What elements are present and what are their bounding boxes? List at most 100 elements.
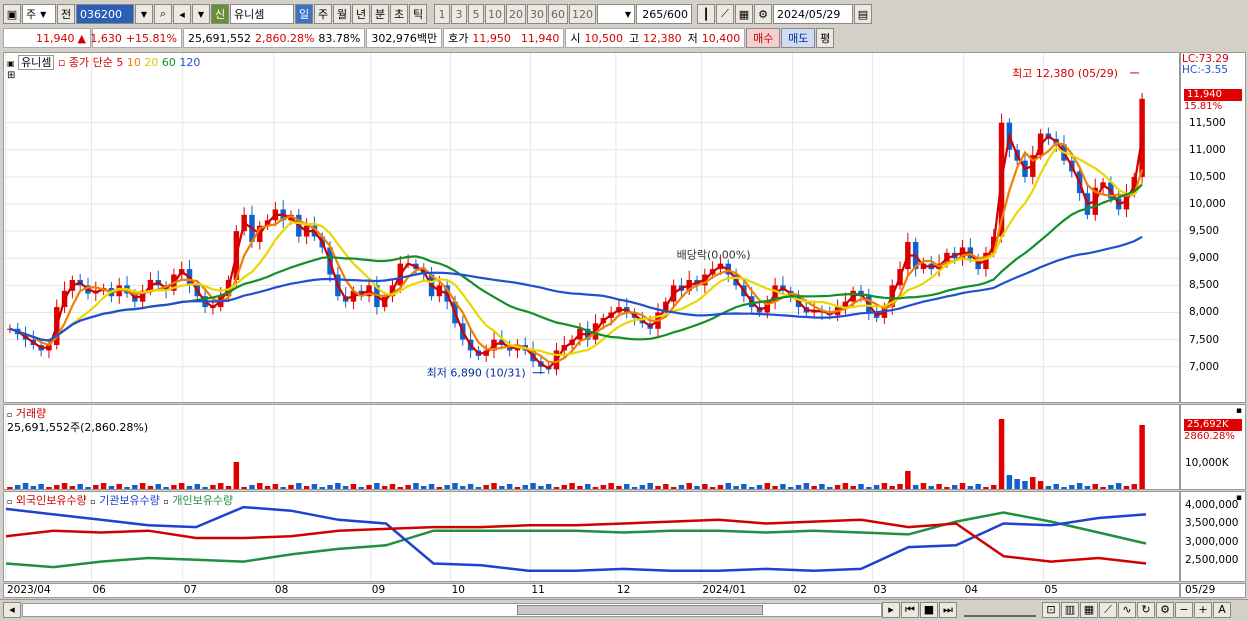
count-value: 265	[642, 7, 664, 21]
volume-bar	[444, 485, 450, 489]
volume-bar	[374, 483, 380, 489]
gear-icon[interactable]: ⚙	[754, 4, 772, 24]
candle-icon[interactable]: ┃	[697, 4, 715, 24]
window-icon[interactable]: ▣	[3, 4, 21, 24]
line-icon[interactable]: ∿	[1118, 601, 1136, 618]
rewind-icon[interactable]: ⏮	[901, 601, 919, 618]
volume-bar	[460, 486, 466, 489]
zoom-out-icon[interactable]: −	[1175, 601, 1193, 618]
date-label: 2024/01	[702, 584, 747, 596]
stock-name-field[interactable]: 유니셈	[230, 4, 294, 24]
low-annotation: 최저 6,890 (10/31)	[427, 367, 526, 380]
zoom-in-icon[interactable]: +	[1194, 601, 1212, 618]
scrollbar-track[interactable]	[22, 602, 882, 617]
period-tick[interactable]: 틱	[409, 4, 427, 24]
volume-bar	[366, 485, 372, 489]
minute-60[interactable]: 60	[548, 4, 568, 24]
stop-icon[interactable]: ■	[920, 601, 938, 618]
calendar-icon[interactable]: ▤	[854, 4, 872, 24]
volume-bar	[1045, 486, 1052, 489]
minute-1[interactable]: 1	[434, 4, 450, 24]
sell-button[interactable]: 매도	[781, 28, 816, 48]
grid-icon[interactable]: ▦	[735, 4, 753, 24]
date-field[interactable]: 2024/05/29	[773, 4, 853, 24]
period-week[interactable]: 주	[314, 4, 332, 24]
minute-10[interactable]: 10	[485, 4, 505, 24]
market-select[interactable]: 주 ▼	[22, 4, 56, 24]
bar-chart-icon[interactable]: ▥	[1061, 601, 1079, 618]
volume-bar	[530, 483, 536, 489]
volume-bar	[132, 485, 138, 489]
prev-button[interactable]: 전	[57, 4, 75, 24]
volume-bar	[303, 486, 310, 489]
ohl-info: 시 10,500 고 12,380 저 10,400	[565, 28, 746, 48]
panel-close-icon[interactable]: ▪	[1236, 406, 1242, 416]
volume-bar	[639, 485, 646, 489]
period-minute[interactable]: 분	[371, 4, 389, 24]
chevron-down-icon[interactable]: ▼	[135, 4, 153, 24]
volume-pct-tag: 2860.28%	[1184, 431, 1235, 442]
date-end-label: 05/29	[1185, 584, 1216, 596]
volume-bar	[717, 485, 724, 489]
zoom-slider[interactable]	[964, 603, 1036, 617]
search-icon[interactable]: ⌕	[154, 4, 172, 24]
table-icon[interactable]: ▦	[1080, 601, 1098, 618]
volume-bar	[163, 487, 169, 489]
period-second[interactable]: 초	[390, 4, 408, 24]
price-tick: 8,000	[1189, 306, 1220, 319]
period-month[interactable]: 월	[333, 4, 351, 24]
date-label: 12	[616, 584, 631, 596]
volume-bar	[600, 485, 607, 489]
period-day[interactable]: 일	[295, 4, 313, 24]
volume-bar	[483, 485, 489, 489]
interval-select[interactable]: ▼	[597, 4, 635, 24]
grid-toggle-icon[interactable]: ⊞	[7, 70, 15, 81]
trend-icon[interactable]: ⟋	[1099, 601, 1117, 618]
volume-bar	[850, 486, 856, 489]
line-tool-icon[interactable]: ⟋	[716, 4, 734, 24]
volume-bar	[296, 483, 302, 489]
volume-panel[interactable]: ▫ 거래량 25,691,552주(2,860.28%)	[3, 404, 1180, 490]
speaker-icon[interactable]: ◂	[173, 4, 191, 24]
font-icon[interactable]: A	[1213, 601, 1231, 618]
period-year[interactable]: 년	[352, 4, 370, 24]
count-field[interactable]: 265/600	[636, 4, 692, 24]
volume-bar	[1037, 481, 1044, 489]
volume-bar	[569, 483, 575, 489]
volume-bar	[538, 486, 544, 489]
volume-bar	[1061, 487, 1067, 489]
scroll-left-icon[interactable]: ◂	[3, 601, 21, 618]
volume-bar	[69, 486, 76, 489]
code-input[interactable]: 036200	[76, 4, 134, 24]
volume-bar	[905, 471, 911, 489]
price-tick: 11,500	[1189, 116, 1226, 129]
price-tick: 7,000	[1189, 360, 1220, 373]
zoom-window-icon[interactable]: ⊡	[1042, 601, 1060, 618]
chevron-down-icon[interactable]: ▼	[192, 4, 210, 24]
price-tick: 10,500	[1189, 170, 1226, 183]
volume-axis: ▪ 25,692K 2860.28% 10,000K	[1180, 404, 1246, 490]
holding-panel[interactable]: ▫ 외국인보유수량 ▫ 기관보유수량 ▫ 개인보유수량	[3, 491, 1180, 582]
minute-30[interactable]: 30	[527, 4, 547, 24]
volume-bar	[928, 486, 935, 489]
minute-5[interactable]: 5	[468, 4, 484, 24]
buy-button[interactable]: 매수	[746, 28, 781, 48]
volume-bar	[944, 487, 950, 489]
open-label: 시	[570, 32, 581, 45]
forward-icon[interactable]: ⏭	[939, 601, 957, 618]
scrollbar-thumb[interactable]	[517, 604, 763, 615]
minute-3[interactable]: 3	[451, 4, 467, 24]
volume-bar	[1100, 487, 1106, 489]
settings-icon[interactable]: ⚙	[1156, 601, 1174, 618]
price-chart-panel[interactable]: 최고 12,380 (05/29) 최저 6,890 (10/31) 배당락(0.0…	[3, 52, 1180, 403]
minute-20[interactable]: 20	[506, 4, 526, 24]
volume-bar	[61, 483, 68, 489]
minute-120[interactable]: 120	[569, 4, 596, 24]
holding-legend: ▫ 외국인보유수량 ▫ 기관보유수량 ▫ 개인보유수량	[7, 492, 233, 508]
volume-bar	[522, 485, 528, 489]
refresh-icon[interactable]: ↻	[1137, 601, 1155, 618]
eval-button[interactable]: 평	[816, 28, 835, 48]
volume-bar	[491, 483, 497, 489]
scroll-right-icon[interactable]: ▸	[882, 601, 900, 618]
volume-bar	[397, 487, 404, 489]
